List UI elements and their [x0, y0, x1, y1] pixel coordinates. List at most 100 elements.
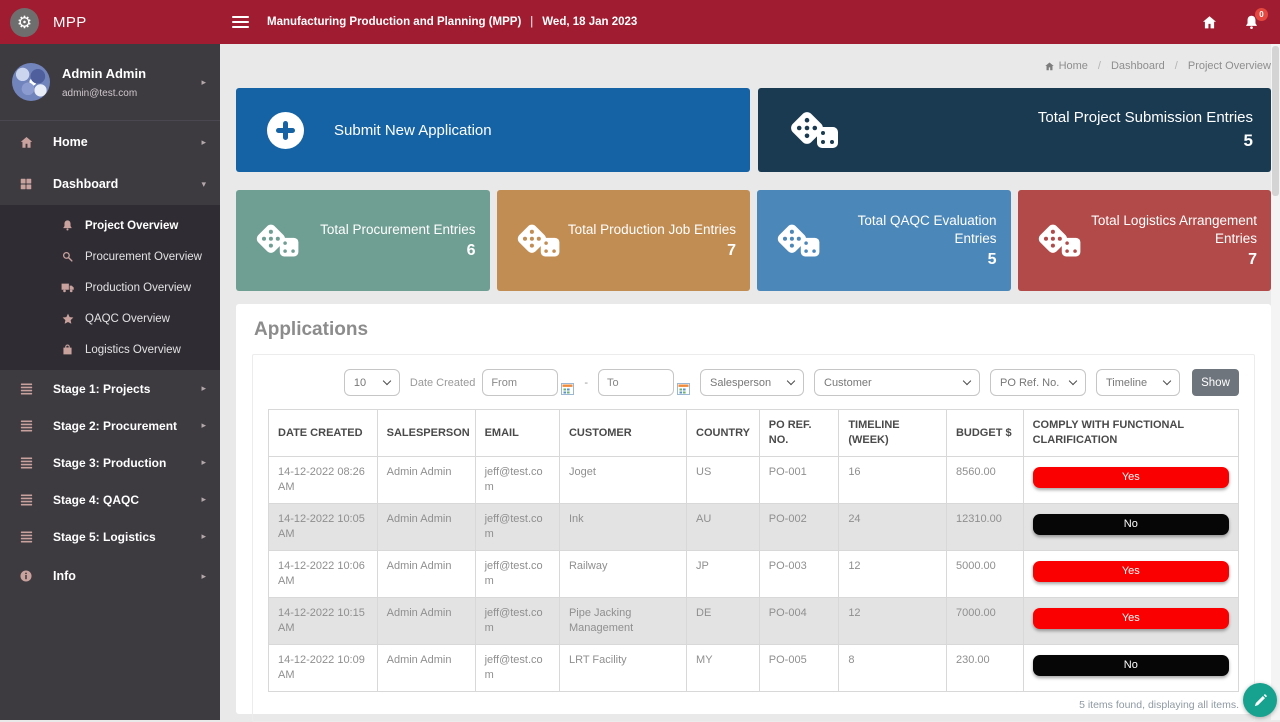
title-separator: |	[530, 16, 533, 28]
sidebar-item-info[interactable]: Info ▸	[0, 555, 220, 597]
table-header-row: DATE CREATEDSALESPERSONEMAILCUSTOMERCOUN…	[269, 410, 1239, 457]
user-menu[interactable]: Admin Admin admin@test.com ▸	[0, 44, 220, 121]
notifications-button[interactable]: 0	[1243, 14, 1260, 31]
stat-card: Total Logistics Arrangement Entries 7	[1018, 190, 1272, 291]
scrollbar-thumb[interactable]	[1272, 46, 1279, 196]
list-icon	[19, 381, 39, 396]
bag-icon	[61, 343, 78, 356]
column-header: BUDGET $	[946, 410, 1023, 457]
cell-timeline: 16	[839, 457, 947, 504]
cell-country: DE	[687, 598, 760, 645]
cell-salesperson: Admin Admin	[377, 551, 475, 598]
sidebar-item-qaqc-overview[interactable]: QAQC Overview	[0, 303, 220, 334]
calendar-button[interactable]	[677, 383, 690, 395]
stat-cards: Total Procurement Entries 6 Total Produc…	[236, 190, 1271, 291]
breadcrumb-separator: /	[1098, 60, 1101, 72]
home-button[interactable]	[1201, 14, 1218, 31]
sidebar-item-stage[interactable]: Stage 4: QAQC ▸	[0, 481, 220, 518]
applications-heading: Applications	[254, 319, 1255, 341]
cell-country: US	[687, 457, 760, 504]
date-from-input[interactable]	[482, 369, 558, 396]
sidebar-item-production-overview[interactable]: Production Overview	[0, 272, 220, 303]
submit-new-application-button[interactable]: Submit New Application	[236, 88, 750, 172]
edit-fab-button[interactable]	[1243, 683, 1277, 717]
table-row: 14-12-2022 10:06 AM Admin Admin jeff@tes…	[269, 551, 1239, 598]
brand[interactable]: ⚙ MPP	[0, 8, 220, 37]
cell-customer: Ink	[559, 504, 686, 551]
calendar-icon	[561, 383, 574, 395]
stat-card-value: 5	[827, 251, 997, 269]
cell-email: jeff@test.com	[475, 598, 559, 645]
column-header: PO REF. NO.	[759, 410, 839, 457]
chevron-down-icon	[787, 376, 795, 384]
sidebar-item-stage[interactable]: Stage 3: Production ▸	[0, 444, 220, 481]
list-icon	[19, 418, 39, 433]
menu-toggle-button[interactable]	[228, 12, 253, 32]
po-ref-select[interactable]: PO Ref. No.	[990, 369, 1086, 396]
search-icon	[61, 250, 78, 263]
cell-comply: Yes	[1023, 551, 1238, 598]
cell-timeline: 12	[839, 551, 947, 598]
comply-status-button[interactable]: Yes	[1033, 561, 1229, 582]
total-project-submission-card: Total Project Submission Entries 5	[758, 88, 1272, 172]
column-header: CUSTOMER	[559, 410, 686, 457]
cell-customer: Pipe Jacking Management	[559, 598, 686, 645]
sidebar-item-stage[interactable]: Stage 5: Logistics ▸	[0, 518, 220, 555]
cell-date-created: 14-12-2022 10:05 AM	[269, 504, 378, 551]
sidebar-item-dashboard[interactable]: Dashboard ▾	[0, 163, 220, 205]
chevron-down-icon	[383, 376, 391, 384]
date-to-input[interactable]	[598, 369, 674, 396]
cell-country: MY	[687, 645, 760, 692]
cell-email: jeff@test.com	[475, 457, 559, 504]
stat-card-title: Total Production Job Entries	[568, 221, 736, 239]
salesperson-select[interactable]: Salesperson	[700, 369, 804, 396]
applications-section: Applications 10 Date Created -	[236, 304, 1271, 714]
column-header: DATE CREATED	[269, 410, 378, 457]
comply-status-button[interactable]: No	[1033, 655, 1229, 676]
comply-status-button[interactable]: No	[1033, 514, 1229, 535]
cell-timeline: 12	[839, 598, 947, 645]
app-logo-icon: ⚙	[10, 8, 39, 37]
chevron-right-icon: ▸	[201, 78, 206, 87]
cell-email: jeff@test.com	[475, 645, 559, 692]
dice-icon	[1036, 221, 1084, 260]
chevron-down-icon: ▾	[201, 180, 206, 189]
sidebar-item-home[interactable]: Home ▸	[0, 121, 220, 163]
page-size-select[interactable]: 10	[344, 369, 400, 396]
comply-status-button[interactable]: Yes	[1033, 608, 1229, 629]
range-separator: -	[584, 377, 588, 389]
table-footer: 5 items found, displaying all items.	[268, 699, 1239, 711]
calendar-button[interactable]	[561, 383, 574, 395]
sidebar-item-project-overview[interactable]: Project Overview	[0, 210, 220, 241]
chevron-right-icon: ▸	[201, 532, 206, 541]
bell-icon	[61, 219, 78, 232]
customer-select[interactable]: Customer	[814, 369, 980, 396]
chevron-right-icon: ▸	[201, 138, 206, 147]
comply-status-button[interactable]: Yes	[1033, 467, 1229, 488]
cell-salesperson: Admin Admin	[377, 598, 475, 645]
sidebar-item-logistics-overview[interactable]: Logistics Overview	[0, 334, 220, 365]
sidebar-item-stage[interactable]: Stage 1: Projects ▸	[0, 370, 220, 407]
cell-customer: Railway	[559, 551, 686, 598]
breadcrumb: Home / Dashboard / Project Overview	[236, 44, 1271, 88]
cell-po-ref: PO-001	[759, 457, 839, 504]
sidebar: Admin Admin admin@test.com ▸ Home ▸ Dash…	[0, 44, 220, 720]
show-button[interactable]: Show	[1192, 369, 1239, 396]
calendar-icon	[677, 383, 690, 395]
app-title: Manufacturing Production and Planning (M…	[267, 16, 637, 28]
scrollbar[interactable]	[1271, 44, 1280, 720]
breadcrumb-dashboard[interactable]: Dashboard	[1111, 60, 1165, 72]
date-created-label: Date Created	[410, 377, 475, 389]
column-header: COUNTRY	[687, 410, 760, 457]
stat-card: Total QAQC Evaluation Entries 5	[757, 190, 1011, 291]
cell-po-ref: PO-003	[759, 551, 839, 598]
chevron-right-icon: ▸	[201, 495, 206, 504]
sidebar-item-stage[interactable]: Stage 2: Procurement ▸	[0, 407, 220, 444]
stat-card-value: 7	[568, 242, 736, 260]
chevron-right-icon: ▸	[201, 458, 206, 467]
notification-badge: 0	[1255, 8, 1268, 21]
cell-timeline: 8	[839, 645, 947, 692]
timeline-select[interactable]: Timeline	[1096, 369, 1180, 396]
sidebar-item-procurement-overview[interactable]: Procurement Overview	[0, 241, 220, 272]
breadcrumb-home[interactable]: Home	[1044, 60, 1088, 72]
